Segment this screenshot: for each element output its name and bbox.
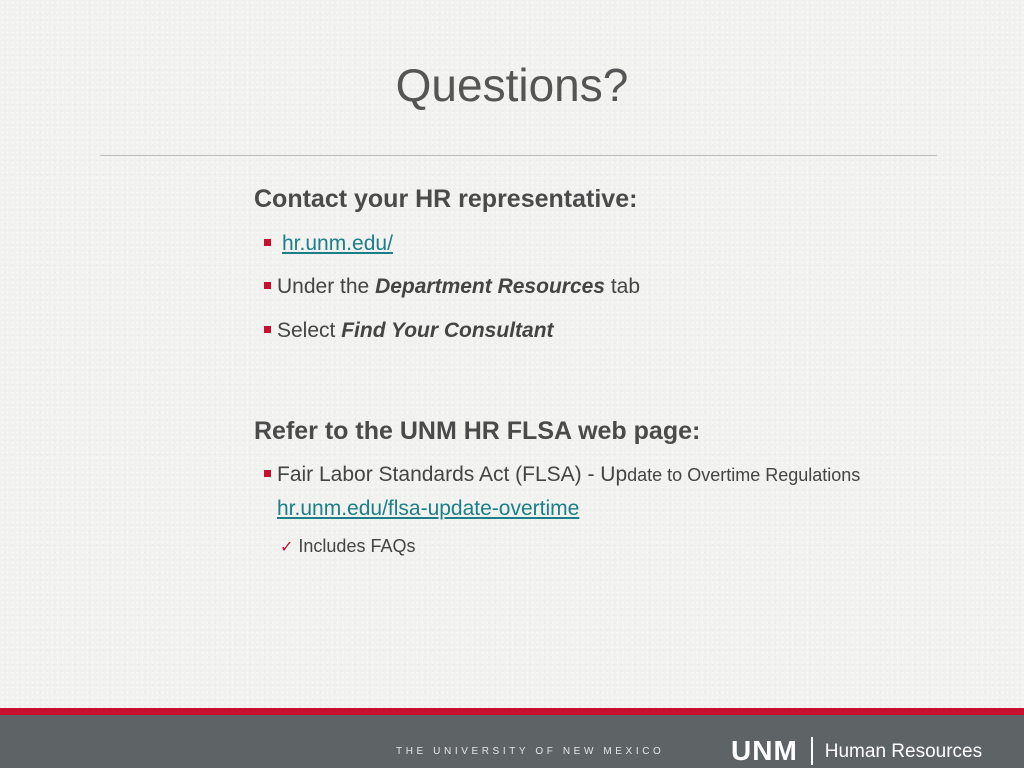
flsa-item-prefix: Fair Labor Standards Act (FLSA) - Up [277, 463, 628, 486]
under-prefix: Under the [277, 275, 376, 298]
unm-hr-logo: UNM Human Resources [731, 736, 982, 766]
logo-separator [810, 737, 813, 765]
faq-subitem: ✓ Includes FAQs [280, 537, 415, 556]
bullet-hr-link: hr.unm.edu/ [264, 233, 393, 254]
square-bullet-icon [264, 239, 271, 246]
bullet-find-consultant: Select Find Your Consultant [264, 320, 554, 341]
footer-bar: THE UNIVERSITY OF NEW MEXICO UNM Human R… [0, 708, 1024, 768]
university-tagline: THE UNIVERSITY OF NEW MEXICO [396, 746, 665, 757]
hr-link[interactable]: hr.unm.edu/ [282, 232, 393, 255]
slide: Questions? Contact your HR representativ… [0, 0, 1024, 768]
logo-unm-text: UNM [731, 735, 798, 766]
logo-dept-text: Human Resources [824, 740, 983, 762]
slide-title: Questions? [395, 59, 629, 111]
bullet-department-resources: Under the Department Resources tab [264, 276, 640, 297]
contact-heading: Contact your HR representative: [254, 185, 638, 213]
flsa-link-line: hr.unm.edu/flsa-update-overtime [277, 498, 579, 519]
flsa-heading: Refer to the UNM HR FLSA web page: [254, 417, 701, 445]
bullet-flsa: Fair Labor Standards Act (FLSA) - Update… [264, 464, 860, 485]
square-bullet-icon [264, 282, 271, 289]
under-suffix: tab [604, 275, 641, 298]
department-resources-text: Department Resources [375, 275, 605, 298]
select-prefix: Select [277, 319, 342, 342]
square-bullet-icon [264, 470, 271, 477]
flsa-link[interactable]: hr.unm.edu/flsa-update-overtime [277, 497, 579, 520]
title-divider [100, 155, 937, 156]
square-bullet-icon [264, 326, 271, 333]
find-consultant-text: Find Your Consultant [341, 319, 554, 342]
checkmark-icon: ✓ [280, 539, 294, 556]
flsa-item-small: date to Overtime Regulations [627, 465, 861, 485]
faq-text: Includes FAQs [298, 536, 416, 556]
